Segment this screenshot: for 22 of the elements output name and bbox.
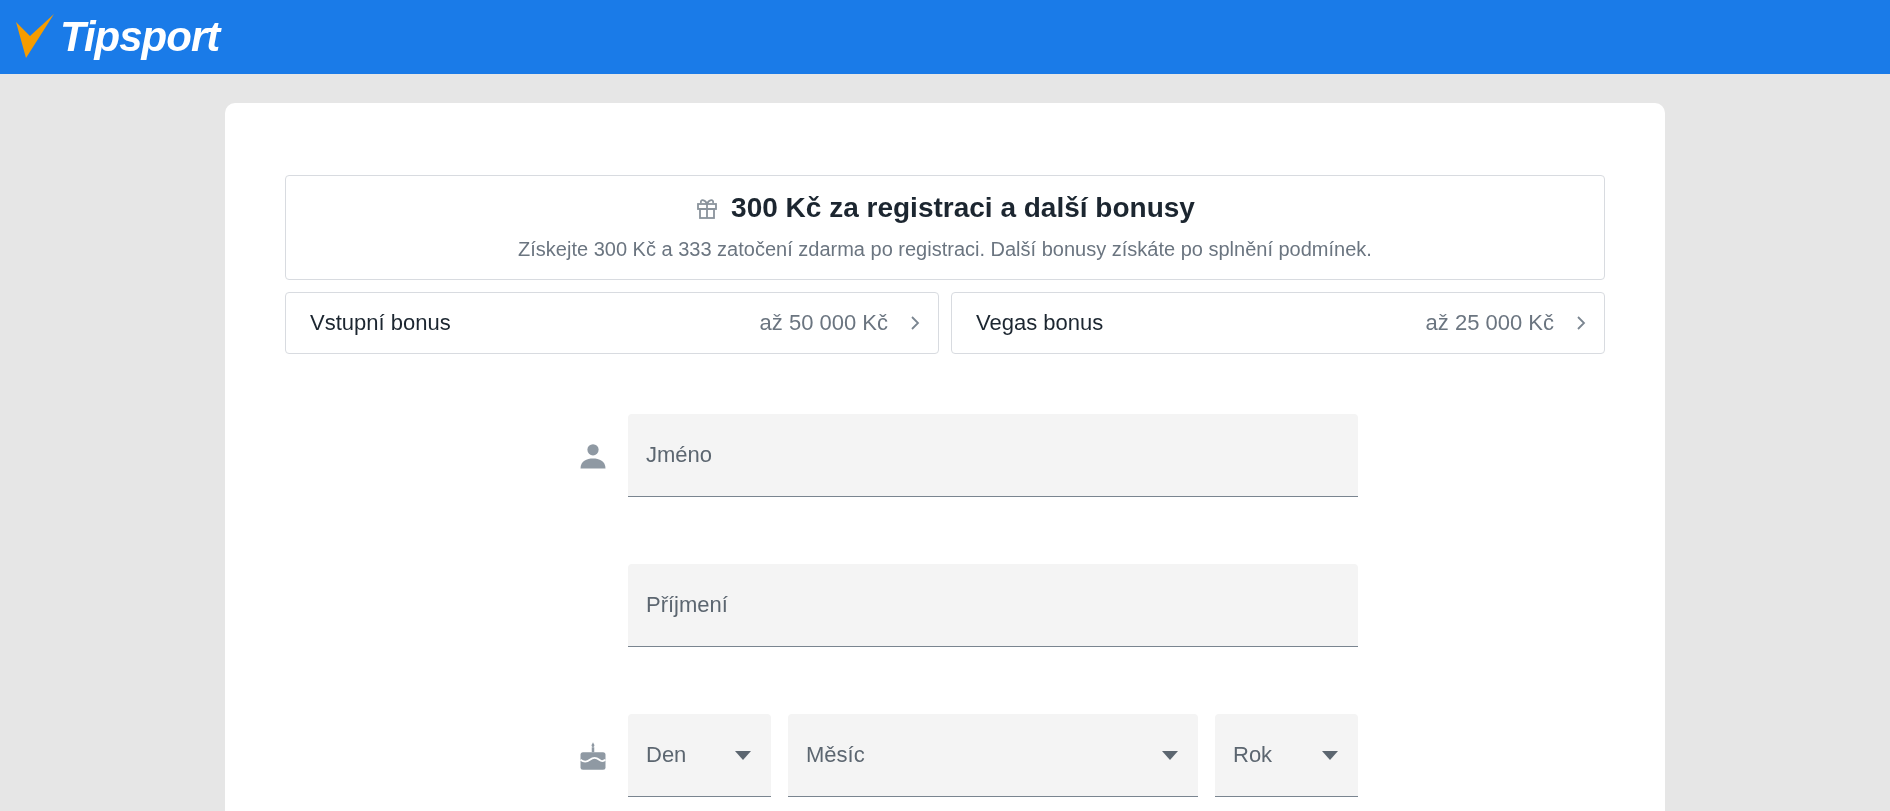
bonus-link[interactable]: Vstupní bonus až 50 000 Kč: [285, 292, 939, 354]
first-name-field[interactable]: Jméno: [628, 414, 1358, 497]
last-name-field[interactable]: Příjmení: [628, 564, 1358, 647]
date-select[interactable]: Měsíc: [788, 714, 1198, 797]
logo-mark-icon: [16, 14, 56, 60]
bonus-amount: až 50 000 Kč: [759, 310, 888, 336]
chevron-right-icon: [1576, 315, 1586, 331]
logo[interactable]: Tipsport: [60, 13, 220, 61]
chevron-right-icon: [910, 315, 920, 331]
dropdown-caret-icon: [1160, 749, 1180, 761]
gift-icon: [695, 196, 720, 220]
promo-title: 300 Kč za registraci a další bonusy: [731, 192, 1195, 224]
dropdown-caret-icon: [1320, 749, 1340, 761]
dropdown-caret-icon: [733, 749, 753, 761]
promo-text: Získejte 300 Kč a 333 zatočení zdarma po registraci. Další bonusy získáte po splnění podmínek.: [518, 238, 1372, 261]
date-select[interactable]: Den: [628, 714, 771, 797]
cake-icon: [578, 740, 608, 771]
bonus-amount: až 25 000 Kč: [1425, 310, 1554, 336]
bonus-label: Vegas bonus: [976, 310, 1105, 336]
date-select[interactable]: Rok: [1215, 714, 1358, 797]
bonus-link[interactable]: Vegas bonus až 25 000 Kč: [951, 292, 1605, 354]
bonus-label: Vstupní bonus: [310, 310, 452, 336]
